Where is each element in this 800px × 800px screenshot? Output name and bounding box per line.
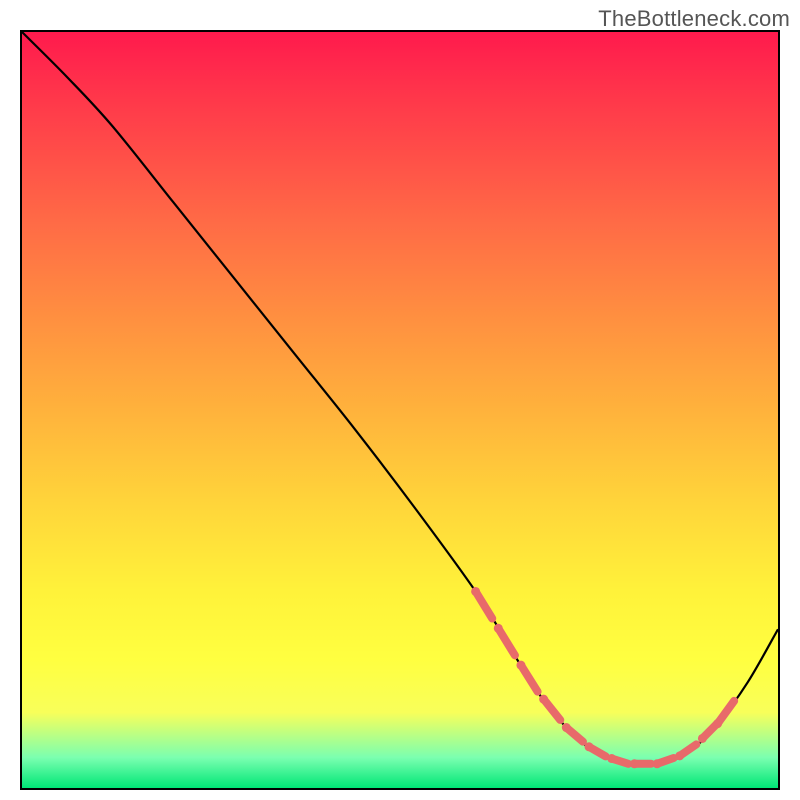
watermark-text: TheBottleneck.com (598, 6, 790, 32)
marker-dash (521, 665, 538, 691)
chart-container: TheBottleneck.com (0, 0, 800, 800)
curve-path (22, 32, 778, 765)
marker-dot (516, 661, 525, 670)
marker-dot (562, 723, 571, 732)
markers-group (471, 587, 734, 768)
marker-dot (630, 759, 639, 768)
plot-area (20, 30, 780, 790)
marker-dash (476, 591, 493, 618)
marker-dot (713, 719, 722, 728)
marker-dot (471, 587, 480, 596)
marker-dot (607, 754, 616, 763)
marker-dot (539, 695, 548, 704)
marker-dot (698, 734, 707, 743)
marker-dot (675, 751, 684, 760)
marker-dash (498, 628, 515, 655)
marker-dot (585, 742, 594, 751)
marker-dot (494, 624, 503, 633)
chart-svg (22, 32, 778, 788)
marker-dot (653, 759, 662, 768)
